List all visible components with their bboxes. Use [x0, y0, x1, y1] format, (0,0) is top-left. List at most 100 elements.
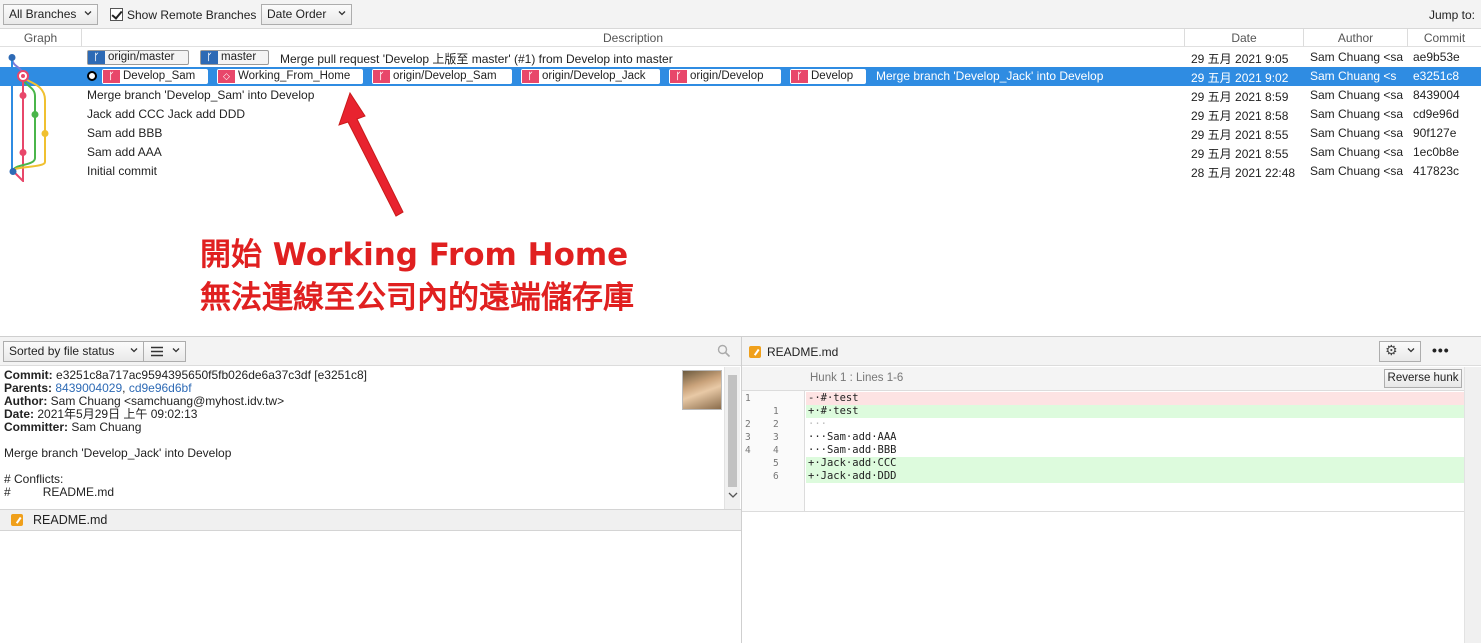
- commit-info: Commit: e3251c8a717ac9594395650f5fb026de…: [4, 369, 722, 499]
- order-select-label: Date Order: [267, 7, 327, 21]
- modified-file-icon: [749, 346, 761, 358]
- branch-tag-label: origin/Develop_Jack: [542, 70, 646, 82]
- chevron-down-icon: [338, 11, 346, 16]
- chevron-down-icon: [172, 348, 180, 353]
- parent-link[interactable]: cd9e96d6bf: [129, 381, 192, 395]
- diff-scrollbar[interactable]: [1464, 367, 1481, 643]
- parent-link[interactable]: 8439004029: [55, 381, 122, 395]
- changed-file-name: README.md: [33, 513, 108, 527]
- search-icon[interactable]: [717, 344, 731, 358]
- diff-pane: README.md ⚙ ••• Hunk 1 : Lines 1-6 Rever…: [742, 336, 1481, 643]
- chevron-down-icon: [1407, 348, 1415, 353]
- commit-date: 29 五月 2021 9:02: [1191, 71, 1289, 85]
- chevron-down-icon[interactable]: [728, 491, 738, 499]
- commit-message: Jack add CCC Jack add DDD: [87, 107, 246, 121]
- commit-node: [21, 74, 25, 78]
- commit-date: 29 五月 2021 8:55: [1191, 147, 1289, 161]
- commit-node: [19, 92, 27, 99]
- commit-node: [41, 130, 49, 137]
- branch-tag-label: Develop: [811, 70, 854, 82]
- commit-message: Sam add AAA: [87, 145, 162, 159]
- commit-date: 29 五月 2021 8:59: [1191, 90, 1289, 104]
- col-description[interactable]: Description: [82, 29, 1185, 47]
- diff-line-context: ···: [808, 418, 827, 430]
- branch-tag-label: origin/master: [108, 51, 175, 63]
- committer-line: Committer: Sam Chuang: [4, 421, 722, 434]
- commit-row[interactable]: Initial commit 28 五月 2021 22:48 Sam Chua…: [0, 162, 1481, 181]
- branch-icon: ᚴ: [373, 70, 390, 83]
- sort-select-label: Sorted by file status: [9, 344, 115, 358]
- commit-row[interactable]: Merge branch 'Develop_Sam' into Develop …: [0, 86, 1481, 105]
- commit-hash: 8439004: [1413, 88, 1460, 102]
- commit-author: Sam Chuang <sa: [1310, 145, 1404, 159]
- branch-tag[interactable]: ᚴ origin/Develop_Jack: [521, 69, 660, 84]
- new-line-number: 3: [773, 432, 779, 443]
- old-line-number: 4: [745, 445, 751, 456]
- commit-row[interactable]: ᚴ origin/master ᚴ master Merge pull reques…: [0, 48, 1481, 67]
- diff-line-removed: -·#·test: [806, 392, 1464, 405]
- new-line-number: 5: [773, 458, 779, 469]
- annotation-line-1: 開始 Working From Home: [200, 237, 629, 273]
- diff-line-added: +·Jack·add·CCC: [806, 457, 1464, 470]
- old-line-number: 1: [745, 393, 751, 404]
- col-author[interactable]: Author: [1304, 29, 1408, 47]
- old-line-number: 2: [745, 419, 751, 430]
- show-remote-checkbox[interactable]: [110, 8, 123, 21]
- commit-row-selected[interactable]: ᚴ Develop_Sam ◇ Working_From_Home ᚴ origin/…: [0, 67, 1481, 86]
- diff-settings-button[interactable]: ⚙: [1379, 341, 1421, 362]
- col-graph[interactable]: Graph: [0, 29, 82, 47]
- new-line-number: 4: [773, 445, 779, 456]
- commit-message: Merge branch 'Develop_Sam' into Develop: [87, 88, 315, 102]
- parent-separator: ,: [122, 381, 126, 395]
- branch-tag[interactable]: ᚴ Develop_Sam: [102, 69, 208, 84]
- new-line-number: 6: [773, 471, 779, 482]
- committer-label: Committer:: [4, 420, 69, 434]
- branch-icon: ᚴ: [88, 51, 105, 64]
- details-scrollbar[interactable]: [724, 367, 740, 509]
- branch-tag[interactable]: ᚴ origin/master: [87, 50, 189, 65]
- commit-label: Commit:: [4, 368, 53, 382]
- list-icon: [151, 346, 163, 357]
- commit-row[interactable]: Jack add CCC Jack add DDD 29 五月 2021 8:5…: [0, 105, 1481, 124]
- annotation-line-2: 無法連線至公司內的遠端儲存庫: [200, 280, 634, 316]
- branch-tag-label: master: [221, 51, 257, 63]
- hunk-header: Hunk 1 : Lines 1-6 Reverse hunk: [742, 367, 1464, 391]
- commit-author: Sam Chuang <sa: [1310, 107, 1404, 121]
- modified-file-icon: [11, 514, 23, 526]
- reverse-hunk-button[interactable]: Reverse hunk: [1384, 369, 1462, 388]
- commit-details-pane: Sorted by file status Commit: e3251c8a71…: [0, 336, 742, 643]
- new-line-number: 2: [773, 419, 779, 430]
- sort-select[interactable]: Sorted by file status: [3, 341, 144, 362]
- chevron-down-icon: [130, 348, 138, 353]
- more-options-icon[interactable]: •••: [1432, 342, 1450, 358]
- branch-tag[interactable]: ᚴ master: [200, 50, 269, 65]
- conflict-hash: #: [4, 485, 11, 499]
- branch-tag[interactable]: ᚴ Develop: [790, 69, 866, 84]
- avatar: [682, 370, 722, 410]
- branch-tag[interactable]: ᚴ origin/Develop: [669, 69, 781, 84]
- col-date[interactable]: Date: [1185, 29, 1304, 47]
- order-select[interactable]: Date Order: [261, 4, 352, 25]
- changed-file-item[interactable]: README.md: [0, 509, 741, 531]
- author-label: Author:: [4, 394, 48, 408]
- branch-tag-label: Working_From_Home: [238, 70, 351, 82]
- new-line-number: 1: [773, 406, 779, 417]
- commit-row[interactable]: Sam add AAA 29 五月 2021 8:55 Sam Chuang <…: [0, 143, 1481, 162]
- branches-select[interactable]: All Branches: [3, 4, 98, 25]
- history-toolbar: All Branches Show Remote Branches Date O…: [0, 0, 1481, 29]
- commit-hash: ae9b53e: [1413, 50, 1460, 64]
- show-remote-label: Show Remote Branches: [127, 8, 257, 22]
- diff-line-context: ···Sam·add·BBB: [808, 444, 897, 456]
- col-commit[interactable]: Commit: [1408, 29, 1481, 47]
- branch-tag[interactable]: ᚴ origin/Develop_Sam: [372, 69, 512, 84]
- jump-to-label[interactable]: Jump to:: [1429, 8, 1475, 22]
- commit-graph: [8, 54, 49, 182]
- commit-row[interactable]: Sam add BBB 29 五月 2021 8:55 Sam Chuang <…: [0, 124, 1481, 143]
- file-status-toolbar: Sorted by file status: [0, 337, 741, 366]
- gear-icon: ⚙: [1385, 342, 1398, 358]
- commit-node: [31, 111, 39, 118]
- committer-value: Sam Chuang: [71, 420, 142, 434]
- tag-label[interactable]: ◇ Working_From_Home: [217, 69, 363, 84]
- view-mode-select[interactable]: [143, 341, 186, 362]
- scrollbar-thumb[interactable]: [728, 375, 737, 487]
